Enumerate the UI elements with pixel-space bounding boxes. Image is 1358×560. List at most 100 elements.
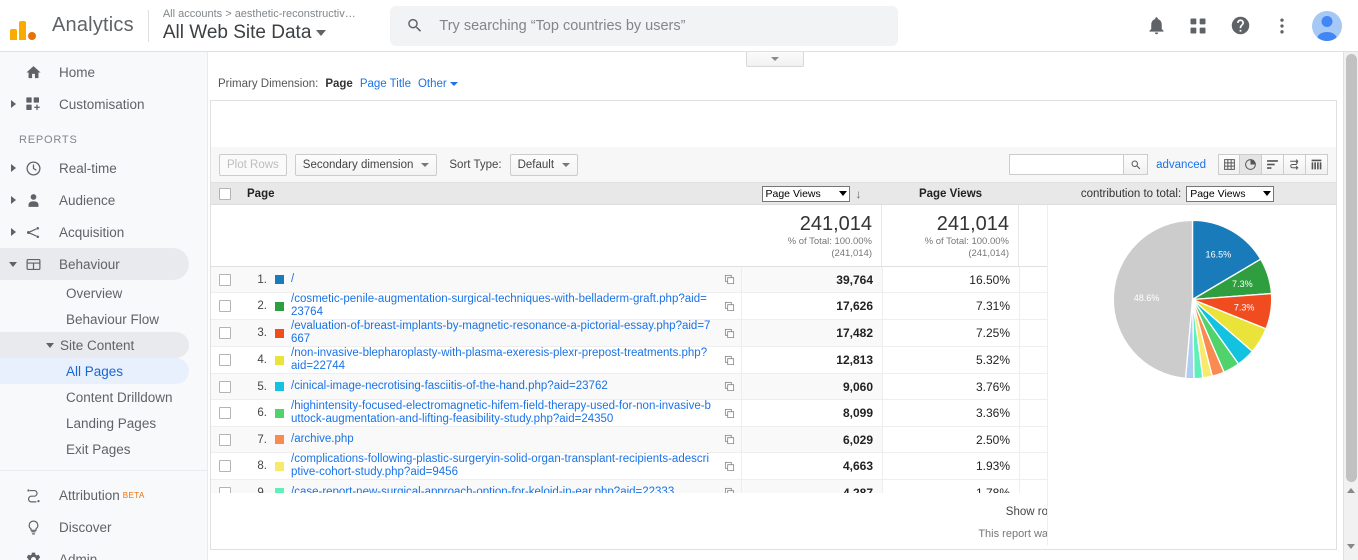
primary-dimension-other[interactable]: Other xyxy=(418,78,458,90)
row-checkbox[interactable] xyxy=(219,434,231,446)
sidebar-item-label: Acquisition xyxy=(59,225,124,240)
view-selector[interactable]: All Web Site Data xyxy=(163,21,356,45)
chevron-down-icon xyxy=(1263,191,1271,196)
sidebar: Home Customisation REPORTS Real-time Aud… xyxy=(0,52,208,560)
open-page-icon[interactable] xyxy=(717,347,741,373)
bell-icon[interactable] xyxy=(1144,14,1168,38)
main-content: Primary Dimension: Page Page Title Other… xyxy=(208,52,1342,560)
open-page-icon[interactable] xyxy=(717,453,741,479)
collapse-chart-button[interactable] xyxy=(746,52,804,67)
more-vert-icon[interactable] xyxy=(1270,14,1294,38)
sidebar-item-attribution[interactable]: Attribution BETA xyxy=(0,479,207,511)
page-scrollbar[interactable] xyxy=(1343,52,1358,560)
column-header-page[interactable]: Page xyxy=(239,188,741,200)
open-page-icon[interactable] xyxy=(717,374,741,399)
sort-type-button[interactable]: Default xyxy=(510,154,578,176)
row-page-url[interactable]: /complications-following-plastic-surgery… xyxy=(291,453,717,479)
sidebar-item-audience[interactable]: Audience xyxy=(0,184,207,216)
row-checkbox[interactable] xyxy=(219,274,231,286)
row-page-cell: 2./cosmetic-penile-augmentation-surgical… xyxy=(239,293,741,319)
advanced-link[interactable]: advanced xyxy=(1156,159,1206,171)
open-page-icon[interactable] xyxy=(717,293,741,319)
account-selector[interactable]: All accounts > aesthetic-reconstructiv… … xyxy=(163,7,356,45)
pivot-view-icon[interactable] xyxy=(1306,154,1328,175)
sidebar-item-exit-pages[interactable]: Exit Pages xyxy=(0,436,207,462)
chevron-down-icon xyxy=(316,30,326,36)
column-header-metric-2[interactable]: Page Views xyxy=(882,188,1019,200)
scroll-down-arrow-icon[interactable] xyxy=(1347,544,1355,549)
row-checkbox-cell xyxy=(211,374,239,399)
sort-desc-icon[interactable]: ↓ xyxy=(856,187,862,201)
primary-dimension-page[interactable]: Page xyxy=(325,78,353,90)
sidebar-item-discover[interactable]: Discover xyxy=(0,511,207,543)
open-page-icon[interactable] xyxy=(717,320,741,346)
collapse-arrow-icon[interactable] xyxy=(5,262,21,267)
clock-icon xyxy=(21,160,45,177)
help-icon[interactable] xyxy=(1228,14,1252,38)
row-checkbox[interactable] xyxy=(219,300,231,312)
apps-grid-icon[interactable] xyxy=(1186,14,1210,38)
bar-view-icon[interactable] xyxy=(1262,154,1284,175)
expand-arrow-icon[interactable] xyxy=(5,100,21,108)
contribution-metric-select[interactable]: Page Views xyxy=(1186,186,1274,202)
open-page-icon[interactable] xyxy=(717,427,741,452)
sidebar-item-landing-pages[interactable]: Landing Pages xyxy=(0,410,207,436)
table-search-button[interactable] xyxy=(1124,154,1148,175)
row-checkbox[interactable] xyxy=(219,354,231,366)
expand-arrow-icon[interactable] xyxy=(5,164,21,172)
sidebar-item-site-content[interactable]: Site Content xyxy=(0,332,189,358)
sidebar-item-admin[interactable]: Admin xyxy=(0,543,207,560)
row-checkbox[interactable] xyxy=(219,327,231,339)
primary-dimension-page-title[interactable]: Page Title xyxy=(360,78,411,90)
comparison-view-icon[interactable] xyxy=(1284,154,1306,175)
gear-icon xyxy=(21,551,45,560)
secondary-dimension-button[interactable]: Secondary dimension xyxy=(295,154,438,176)
sidebar-item-behaviour-flow[interactable]: Behaviour Flow xyxy=(0,306,207,332)
select-all-checkbox[interactable] xyxy=(219,188,231,200)
open-page-icon[interactable] xyxy=(717,400,741,426)
row-page-url[interactable]: /cosmetic-penile-augmentation-surgical-t… xyxy=(291,293,717,319)
collapse-arrow-icon xyxy=(46,343,54,348)
row-page-views-pct: 2.50% xyxy=(882,427,1019,452)
row-color-swatch xyxy=(267,347,291,373)
row-page-url[interactable]: /cinical-image-necrotising-fasciitis-of-… xyxy=(291,374,717,399)
pie-view-icon[interactable] xyxy=(1240,154,1262,175)
expand-arrow-icon[interactable] xyxy=(5,196,21,204)
search-input[interactable] xyxy=(439,18,881,34)
sidebar-item-real-time[interactable]: Real-time xyxy=(0,152,207,184)
table-view-icon[interactable] xyxy=(1218,154,1240,175)
sidebar-section-reports: REPORTS xyxy=(0,120,207,152)
sidebar-item-label: Home xyxy=(59,65,95,80)
row-page-url[interactable]: /archive.php xyxy=(291,427,717,452)
row-page-url[interactable]: /non-invasive-blepharoplasty-with-plasma… xyxy=(291,347,717,373)
sidebar-item-all-pages[interactable]: All Pages xyxy=(0,358,189,384)
open-page-icon[interactable] xyxy=(717,267,741,292)
row-checkbox[interactable] xyxy=(219,407,231,419)
sidebar-item-home[interactable]: Home xyxy=(0,56,207,88)
avatar[interactable] xyxy=(1312,11,1342,41)
sidebar-item-customisation[interactable]: Customisation xyxy=(0,88,207,120)
metric-1-select[interactable]: Page Views xyxy=(762,186,850,202)
sidebar-item-acquisition[interactable]: Acquisition xyxy=(0,216,207,248)
row-page-cell: 7./archive.php xyxy=(239,427,741,452)
sidebar-item-label: Behaviour xyxy=(59,257,120,272)
row-page-url[interactable]: /highintensity-focused-electromagnetic-h… xyxy=(291,400,717,426)
table-search[interactable] xyxy=(1009,154,1148,175)
scroll-up-arrow-icon[interactable] xyxy=(1347,488,1355,493)
row-checkbox[interactable] xyxy=(219,381,231,393)
sidebar-item-label: Customisation xyxy=(59,97,145,112)
global-search[interactable] xyxy=(390,6,898,46)
scrollbar-thumb[interactable] xyxy=(1346,54,1357,482)
table-search-input[interactable] xyxy=(1009,154,1124,175)
plot-rows-button[interactable]: Plot Rows xyxy=(219,154,287,176)
row-checkbox[interactable] xyxy=(219,460,231,472)
row-page-views: 12,813 xyxy=(741,347,882,373)
sidebar-item-behaviour[interactable]: Behaviour xyxy=(0,248,189,280)
sidebar-item-overview[interactable]: Overview xyxy=(0,280,207,306)
row-page-url[interactable]: /evaluation-of-breast-implants-by-magnet… xyxy=(291,320,717,346)
expand-arrow-icon[interactable] xyxy=(5,228,21,236)
row-page-url[interactable]: / xyxy=(291,267,717,292)
sidebar-item-content-drilldown[interactable]: Content Drilldown xyxy=(0,384,207,410)
pie-chart[interactable]: 16.5%7.3%7.3%48.6% xyxy=(1110,217,1275,382)
totals-subtext: % of Total: 100.00% (241,014) xyxy=(886,236,1009,260)
